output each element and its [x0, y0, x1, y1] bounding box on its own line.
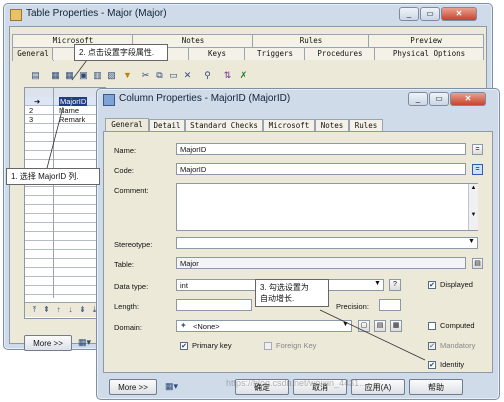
watermark: https://blog.csdn.net/weixin_4431...	[226, 378, 367, 388]
callout-step3-line2: 自动增长.	[260, 294, 295, 303]
callout-step1: 1. 选择 MajorID 列.	[6, 168, 100, 185]
callout-step3: 3. 勾选设置为 自动增长.	[255, 279, 329, 307]
callout-step2: 2. 点击设置字段属性.	[74, 44, 168, 61]
callout-step3-line1: 3. 勾选设置为	[260, 283, 309, 292]
